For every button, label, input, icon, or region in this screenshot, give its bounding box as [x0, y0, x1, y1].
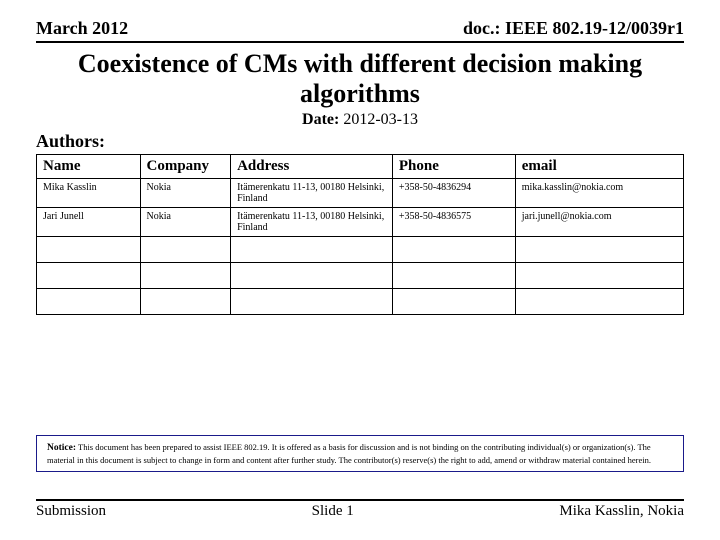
cell-phone	[392, 288, 515, 314]
cell-email: mika.kasslin@nokia.com	[515, 178, 683, 207]
cell-address	[231, 236, 393, 262]
cell-name	[37, 288, 141, 314]
table-row	[37, 236, 684, 262]
header-doc-id: doc.: IEEE 802.19-12/0039r1	[463, 18, 684, 39]
footer-right: Mika Kasslin, Nokia	[559, 503, 684, 520]
cell-phone	[392, 236, 515, 262]
table-row	[37, 288, 684, 314]
cell-email	[515, 236, 683, 262]
cell-address: Itämerenkatu 11-13, 00180 Helsinki, Finl…	[231, 178, 393, 207]
th-email: email	[515, 154, 683, 178]
header-date: March 2012	[36, 18, 128, 39]
date-line: Date: 2012-03-13	[36, 111, 684, 129]
authors-label: Authors:	[36, 131, 684, 152]
th-name: Name	[37, 154, 141, 178]
notice-box: Notice: This document has been prepared …	[36, 435, 684, 473]
cell-name: Mika Kasslin	[37, 178, 141, 207]
date-value: 2012-03-13	[343, 111, 418, 128]
cell-address	[231, 288, 393, 314]
th-company: Company	[140, 154, 231, 178]
table-row: Jari Junell Nokia Itämerenkatu 11-13, 00…	[37, 207, 684, 236]
cell-company: Nokia	[140, 178, 231, 207]
notice-label: Notice:	[47, 443, 76, 453]
footer-left: Submission	[36, 503, 106, 520]
cell-phone: +358-50-4836575	[392, 207, 515, 236]
cell-name	[37, 262, 141, 288]
th-phone: Phone	[392, 154, 515, 178]
cell-phone: +358-50-4836294	[392, 178, 515, 207]
page-title: Coexistence of CMs with different decisi…	[36, 49, 684, 109]
cell-phone	[392, 262, 515, 288]
cell-address	[231, 262, 393, 288]
cell-company	[140, 288, 231, 314]
authors-table: Name Company Address Phone email Mika Ka…	[36, 154, 684, 315]
date-label: Date:	[302, 111, 339, 128]
cell-email: jari.junell@nokia.com	[515, 207, 683, 236]
footer-center: Slide 1	[312, 503, 354, 520]
cell-company	[140, 262, 231, 288]
cell-name: Jari Junell	[37, 207, 141, 236]
cell-address: Itämerenkatu 11-13, 00180 Helsinki, Finl…	[231, 207, 393, 236]
cell-company: Nokia	[140, 207, 231, 236]
th-address: Address	[231, 154, 393, 178]
header-row: March 2012 doc.: IEEE 802.19-12/0039r1	[36, 18, 684, 43]
cell-email	[515, 288, 683, 314]
table-row	[37, 262, 684, 288]
table-row: Mika Kasslin Nokia Itämerenkatu 11-13, 0…	[37, 178, 684, 207]
footer: Submission Slide 1 Mika Kasslin, Nokia	[36, 499, 684, 520]
cell-email	[515, 262, 683, 288]
table-header-row: Name Company Address Phone email	[37, 154, 684, 178]
cell-company	[140, 236, 231, 262]
cell-name	[37, 236, 141, 262]
notice-text: This document has been prepared to assis…	[47, 442, 651, 465]
